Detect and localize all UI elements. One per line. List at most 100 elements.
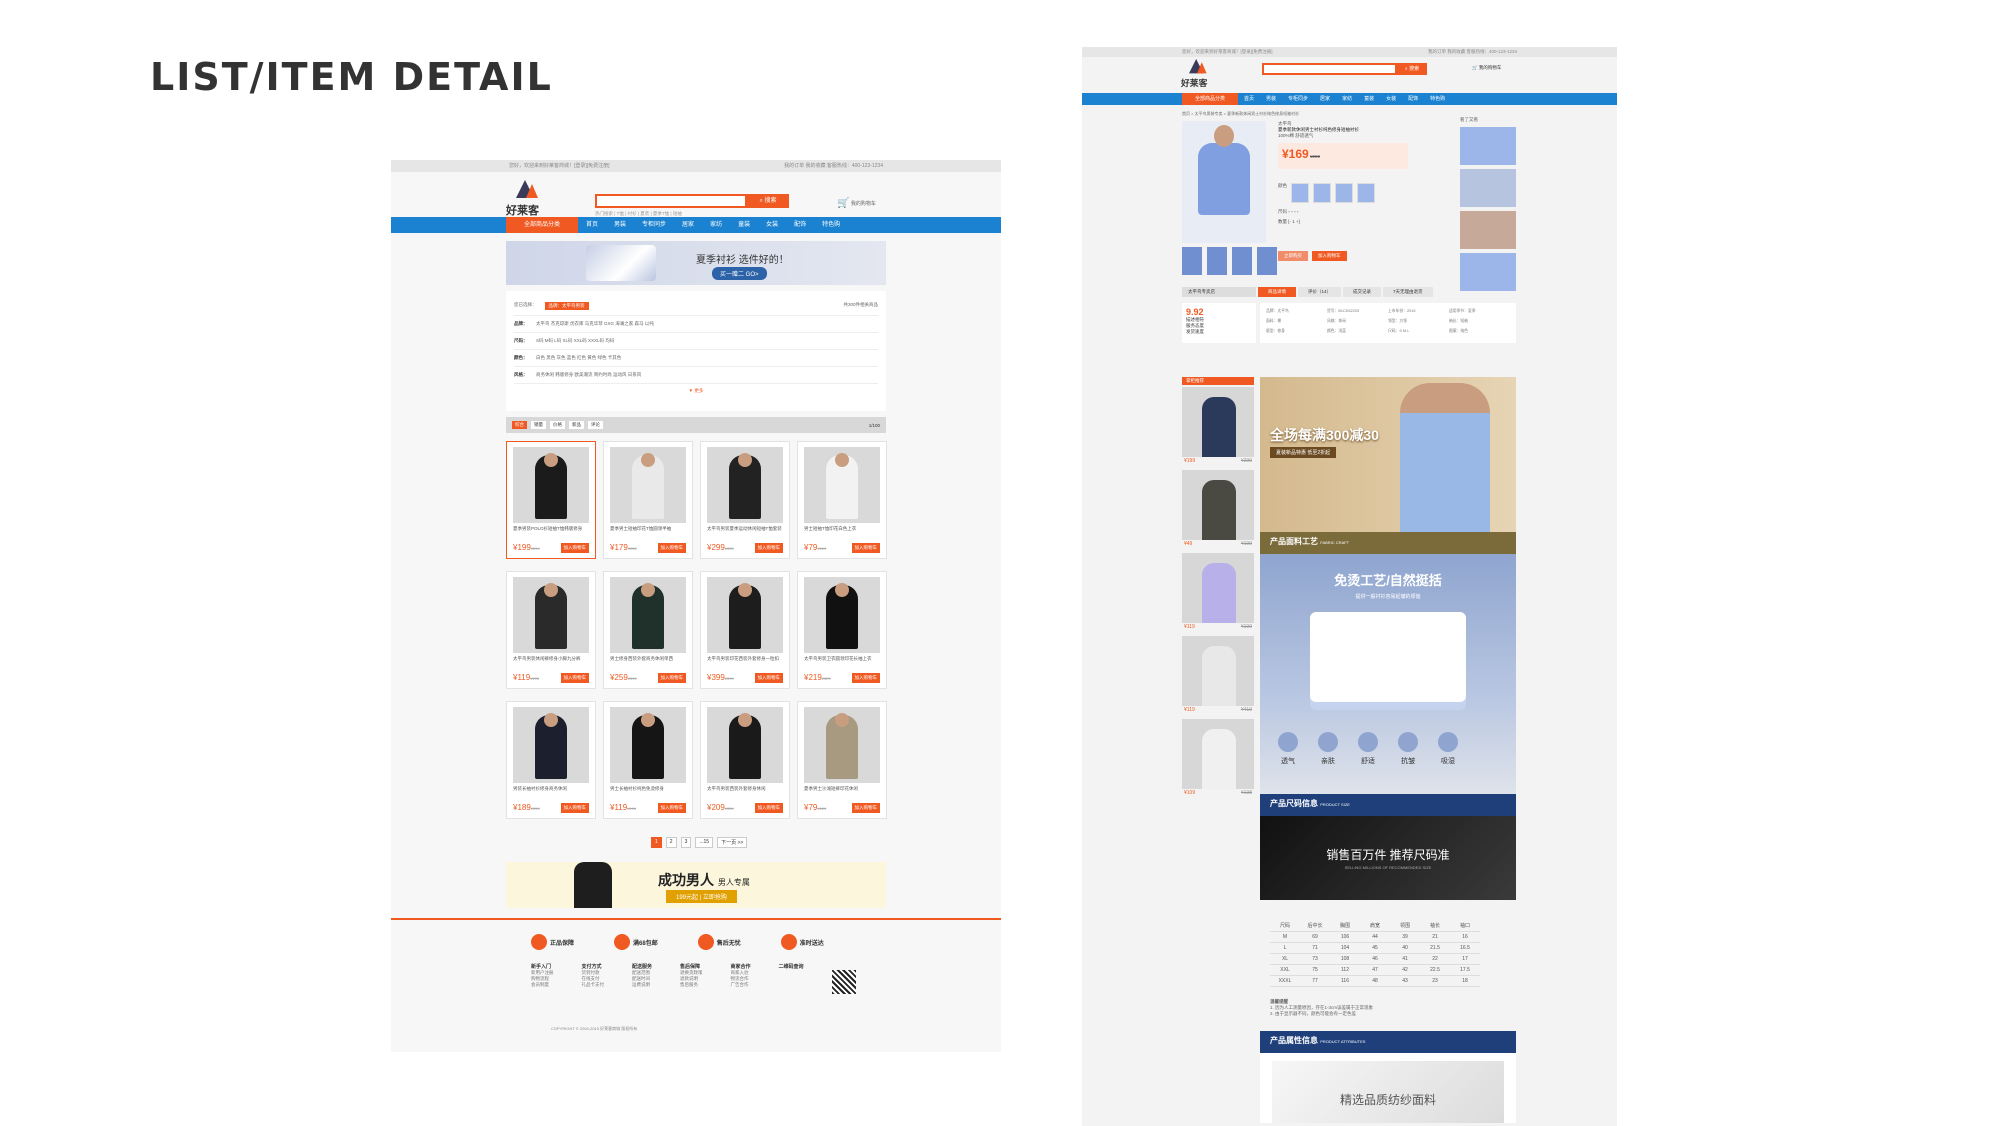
logo[interactable]: 好莱客 xyxy=(506,180,546,217)
nav-item[interactable]: 配饰 xyxy=(1402,93,1424,105)
product-card[interactable]: 夏季男士沙滩短裤印花休闲 ¥79¥129 加入购物车 xyxy=(797,701,887,819)
product-image[interactable] xyxy=(804,577,880,653)
product-image[interactable] xyxy=(804,447,880,523)
tab-details[interactable]: 商品详情 xyxy=(1258,287,1296,297)
next-page-link[interactable]: 下一页 >> xyxy=(717,837,748,848)
search-input[interactable] xyxy=(1262,63,1397,75)
thumbnail[interactable] xyxy=(1257,247,1277,275)
page-link[interactable]: 3 xyxy=(680,837,692,848)
product-name[interactable]: 太平鸟男装卫衣圆领印花长袖上衣 xyxy=(804,656,882,662)
nav-item[interactable]: 童装 xyxy=(1358,93,1380,105)
also-viewed-item[interactable] xyxy=(1460,211,1516,249)
product-card[interactable]: 太平鸟男装夏季运动休闲短袖T恤套装 ¥299¥399 加入购物车 xyxy=(700,441,790,559)
sort-option[interactable]: 销量 xyxy=(531,421,546,429)
search-button[interactable]: ⌕ 搜索 xyxy=(1397,63,1427,75)
recommend-item[interactable]: ¥49 ¥199 xyxy=(1182,470,1254,551)
filter-options[interactable]: S码 M码 L码 XL码 XXL码 XXXL码 均码 xyxy=(536,338,614,344)
page-link[interactable]: 1 xyxy=(651,837,662,848)
topbar-links[interactable]: 我的订单 我的收藏 客服热线：400-123-1234 xyxy=(784,160,883,172)
nav-item[interactable]: 居家 xyxy=(1314,93,1336,105)
nav-item[interactable]: 家纺 xyxy=(702,217,730,233)
product-name[interactable]: 夏季男士短袖印花T恤圆领半袖 xyxy=(610,526,688,532)
product-card[interactable]: 男士修身西装外套商务休闲单西 ¥259¥399 加入购物车 xyxy=(603,571,693,689)
filter-options[interactable]: 商务休闲 韩版修身 欧美潮流 简约时尚 运动风 日系风 xyxy=(536,372,641,378)
product-card[interactable]: 男装长袖衬衫修身商务休闲 ¥189¥259 加入购物车 xyxy=(506,701,596,819)
product-name[interactable]: 夏季男士沙滩短裤印花休闲 xyxy=(804,786,882,792)
color-swatch[interactable] xyxy=(1357,183,1375,203)
recommend-image[interactable] xyxy=(1182,470,1254,540)
add-to-cart-button[interactable]: 加入购物车 xyxy=(560,543,589,553)
buy-now-button[interactable]: 立即购买 xyxy=(1278,251,1308,261)
nav-item[interactable]: 特色购 xyxy=(814,217,848,233)
page-link[interactable]: ...15 xyxy=(695,837,714,848)
thumbnail[interactable] xyxy=(1207,247,1227,275)
tab-transactions[interactable]: 成交记录 xyxy=(1343,287,1382,297)
promo-banner-discount[interactable]: 全场每满300减30 夏装新品特惠 低至2折起 xyxy=(1260,377,1516,532)
footer-link[interactable]: 售后服务 xyxy=(680,982,703,988)
product-name[interactable]: 男装长袖衬衫修身商务休闲 xyxy=(513,786,591,792)
product-name[interactable]: 男士修身西装外套商务休闲单西 xyxy=(610,656,688,662)
product-image[interactable] xyxy=(610,707,686,783)
color-swatch[interactable] xyxy=(1313,183,1331,203)
also-viewed-item[interactable] xyxy=(1460,169,1516,207)
product-image[interactable] xyxy=(707,577,783,653)
color-swatch[interactable] xyxy=(1291,183,1309,203)
product-name[interactable]: 太平鸟男装印花西装外套修身一粒扣 xyxy=(707,656,785,662)
product-card[interactable]: 太平鸟男装卫衣圆领印花长袖上衣 ¥219¥329 加入购物车 xyxy=(797,571,887,689)
sort-option[interactable]: 价格 xyxy=(550,421,565,429)
sort-option[interactable]: 综合 xyxy=(512,421,527,429)
banner-go-button[interactable]: 买一赠二 GO> xyxy=(712,267,767,280)
product-card[interactable]: 太平鸟男装休闲裤修身小脚九分裤 ¥119¥199 加入购物车 xyxy=(506,571,596,689)
add-to-cart-button[interactable]: 加入购物车 xyxy=(754,803,783,813)
topbar-links[interactable]: 我的订单 我的收藏 客服热线：400-123-1234 xyxy=(1428,47,1517,57)
add-to-cart-button[interactable]: 加入购物车 xyxy=(851,543,880,553)
filter-options[interactable]: 太平鸟 杰克琼斯 优衣库 马克华菲 GXG 海澜之家 森马 以纯 xyxy=(536,321,654,327)
nav-item[interactable]: 男装 xyxy=(606,217,634,233)
footer-link[interactable]: 广告合作 xyxy=(731,982,751,988)
add-to-cart-button[interactable]: 加入购物车 xyxy=(560,803,589,813)
banner2-buy-button[interactable]: 199元起 | 立即抢购 xyxy=(666,890,737,903)
product-name[interactable]: 男士短袖T恤印花白色上衣 xyxy=(804,526,882,532)
add-to-cart-button[interactable]: 加入购物车 xyxy=(657,673,686,683)
product-card[interactable]: 太平鸟男装西装外套修身休闲 ¥209¥359 加入购物车 xyxy=(700,701,790,819)
nav-item[interactable]: 首页 xyxy=(578,217,606,233)
product-card[interactable]: 男士短袖T恤印花白色上衣 ¥79¥129 加入购物车 xyxy=(797,441,887,559)
sort-option[interactable]: 评论 xyxy=(588,421,603,429)
tab-return-policy[interactable]: 7天无理由退货 xyxy=(1383,287,1433,297)
recommend-image[interactable] xyxy=(1182,719,1254,789)
product-name[interactable]: 太平鸟男装西装外套修身休闲 xyxy=(707,786,785,792)
recommend-item[interactable]: ¥199 ¥299 xyxy=(1182,387,1254,468)
product-name[interactable]: 太平鸟男装休闲裤修身小脚九分裤 xyxy=(513,656,591,662)
also-viewed-item[interactable] xyxy=(1460,253,1516,291)
all-categories-button[interactable]: 全部商品分类 xyxy=(1182,93,1238,105)
welcome-text[interactable]: 您好，欢迎来到好莱客商城！[登录][免费注册] xyxy=(509,160,610,172)
filter-more-toggle[interactable]: ▼ 更多 xyxy=(514,388,878,394)
cart-button[interactable]: 🛒 我的购物车 xyxy=(837,198,876,209)
add-to-cart-button[interactable]: 加入购物车 xyxy=(657,803,686,813)
product-image[interactable] xyxy=(707,447,783,523)
nav-item[interactable]: 女装 xyxy=(1380,93,1402,105)
product-image[interactable] xyxy=(513,577,589,653)
add-to-cart-button[interactable]: 加入购物车 xyxy=(560,673,589,683)
add-to-cart-button[interactable]: 加入购物车 xyxy=(754,543,783,553)
recommend-item[interactable]: ¥119 ¥419 xyxy=(1182,636,1254,717)
recommend-image[interactable] xyxy=(1182,387,1254,457)
shop-name[interactable]: 太平鸟专卖店 xyxy=(1182,287,1256,297)
product-card[interactable]: 男士长袖衬衫纯色免烫修身 ¥119¥199 加入购物车 xyxy=(603,701,693,819)
product-image[interactable] xyxy=(610,447,686,523)
hot-keywords[interactable]: 热门搜索 | T恤 | 衬衫 | 夏装 | 夏季T恤 | 短袖 xyxy=(595,211,682,217)
page-link[interactable]: 2 xyxy=(665,837,677,848)
recommend-image[interactable] xyxy=(1182,636,1254,706)
search-input[interactable] xyxy=(595,194,747,208)
thumbnail[interactable] xyxy=(1232,247,1252,275)
footer-link[interactable]: 运费说明 xyxy=(632,982,652,988)
product-image[interactable] xyxy=(513,447,589,523)
logo[interactable]: 好莱客 xyxy=(1181,59,1213,89)
product-image[interactable] xyxy=(610,577,686,653)
product-name[interactable]: 男士长袖衬衫纯色免烫修身 xyxy=(610,786,688,792)
product-card[interactable]: 太平鸟男装印花西装外套修身一粒扣 ¥399¥599 加入购物车 xyxy=(700,571,790,689)
nav-item[interactable]: 专柜同步 xyxy=(1282,93,1314,105)
product-image[interactable] xyxy=(513,707,589,783)
nav-item[interactable]: 特色购 xyxy=(1424,93,1451,105)
footer-link[interactable]: 礼品卡支付 xyxy=(582,982,605,988)
